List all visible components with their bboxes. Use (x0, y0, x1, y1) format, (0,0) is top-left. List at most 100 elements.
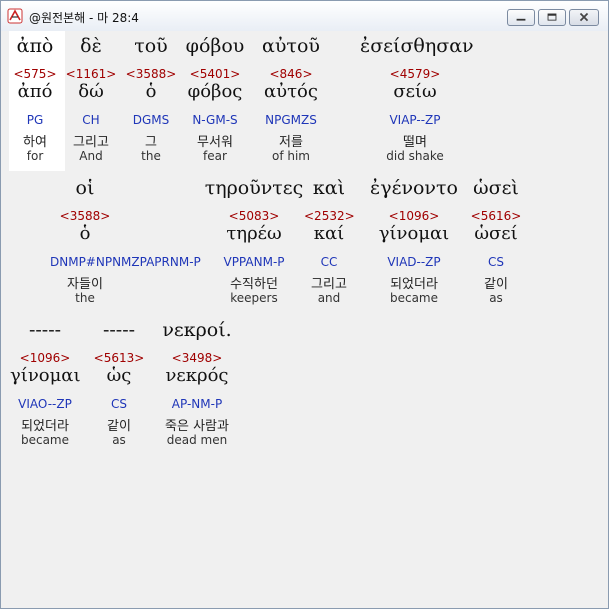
token-korean: 하여 (23, 135, 47, 150)
word-token[interactable]: ἐγένοντο <1096> γίνομαι VIAD--ZP 되었더라 became (369, 173, 459, 313)
token-parsing: AP-NM-P (171, 397, 223, 411)
token-parsing: PG (26, 113, 44, 127)
token-korean: 그리고 (73, 135, 109, 150)
word-token[interactable]: οἱ <3588> ὁ DNMP#NPNMZPAPRNM-P 자들이 the (50, 173, 201, 313)
token-parsing: CS (111, 397, 127, 411)
token-korean: 되었더라 (390, 277, 438, 292)
token-english: the (141, 149, 161, 163)
token-korean: 같이 (484, 277, 508, 292)
token-english: as (489, 291, 503, 305)
word-token[interactable]: τηροῦντες <5083> τηρέω VPPANM-P 수직하던 keepers (199, 173, 309, 313)
word-token[interactable]: νεκροί. <3498> νεκρός AP-NM-P 죽은 사람과 dead men (157, 315, 237, 455)
token-greek: ----- (102, 319, 136, 341)
word-token[interactable]: φόβου <5401> φόβος N-GM-S 무서워 fear (180, 31, 250, 171)
token-english: became (20, 433, 70, 447)
token-lemma: ὡς (106, 365, 132, 386)
interlinear-content: ἀπὸ <575> ἀπό PG 하여 for δὲ <1161> δώ CH 그리고 And τοῦ <… (9, 31, 599, 603)
token-strong: <1096> (388, 209, 440, 223)
word-token[interactable]: ὡσεὶ <5616> ὡσεί CS 같이 as (466, 173, 526, 313)
token-parsing: VIAP--ZP (389, 113, 441, 127)
token-english: of him (271, 149, 310, 163)
token-lemma: καί (313, 223, 345, 244)
token-lemma: τηρέω (226, 223, 282, 244)
close-icon (579, 12, 589, 22)
token-parsing: DNMP#NPNMZPAPRNM-P (50, 255, 201, 269)
token-greek: ----- (28, 319, 62, 341)
token-korean: 자들이 (67, 277, 103, 292)
token-english: dead men (166, 433, 228, 447)
token-korean: 그리고 (311, 277, 347, 292)
token-parsing: VIAD--ZP (387, 255, 441, 269)
title-bar[interactable]: @원전본해 - 마 28:4 (1, 1, 608, 31)
token-english: became (389, 291, 439, 305)
token-parsing: CH (82, 113, 100, 127)
token-english: the (75, 291, 95, 305)
token-korean: 죽은 사람과 (165, 419, 229, 434)
word-token[interactable]: ἀπὸ <575> ἀπό PG 하여 for (7, 31, 63, 171)
token-korean: 수직하던 (230, 277, 278, 292)
token-greek: καὶ (312, 177, 346, 199)
token-parsing: VIAO--ZP (18, 397, 72, 411)
token-greek: αὐτοῦ (262, 35, 320, 57)
token-english: and (317, 291, 341, 305)
token-strong: <5401> (189, 67, 241, 81)
minimize-icon (516, 18, 526, 21)
token-lemma: σείω (393, 81, 437, 102)
token-greek: οἱ (75, 177, 95, 199)
token-english: for (26, 149, 44, 163)
token-strong: <1161> (65, 67, 117, 81)
token-parsing: NPGMZS (265, 113, 317, 127)
token-lemma: γίνομαι (10, 365, 81, 386)
token-parsing: CC (320, 255, 338, 269)
token-strong: <2532> (304, 209, 355, 223)
token-strong: <1096> (19, 351, 71, 365)
token-korean: 무서워 (197, 135, 233, 150)
minimize-button[interactable] (507, 9, 535, 26)
maximize-button[interactable] (538, 9, 566, 26)
token-english: did shake (386, 149, 444, 163)
token-korean: 떨며 (403, 135, 427, 150)
token-english: fear (203, 149, 227, 163)
token-english: And (79, 149, 103, 163)
token-lemma: ἀπό (17, 81, 53, 102)
token-strong: <846> (269, 67, 313, 81)
maximize-icon (547, 13, 557, 21)
token-english: as (112, 433, 126, 447)
token-lemma: ὁ (79, 223, 91, 244)
token-greek: δὲ (80, 35, 102, 57)
token-lemma: ὁ (145, 81, 157, 102)
token-lemma: νεκρός (165, 365, 229, 386)
token-korean: 그 (145, 135, 157, 150)
token-strong: <3588> (59, 209, 111, 223)
token-lemma: ὡσεί (474, 223, 518, 244)
token-strong: <5616> (470, 209, 522, 223)
interlinear-window: @원전본해 - 마 28:4 ἀπὸ <575> ἀπό PG 하여 for δὲ <1161… (0, 0, 609, 609)
token-greek: ὡσεὶ (473, 177, 519, 199)
word-token[interactable]: καὶ <2532> καί CC 그리고 and (304, 173, 355, 313)
window-title: @원전본해 - 마 28:4 (29, 11, 139, 25)
token-lemma: αὐτός (264, 81, 318, 102)
token-greek: ἐσείσθησαν (360, 35, 474, 57)
token-strong: <3498> (171, 351, 223, 365)
token-strong: <3588> (125, 67, 177, 81)
token-korean: 같이 (107, 419, 131, 434)
word-token[interactable]: ----- <1096> γίνομαι VIAO--ZP 되었더라 became (10, 315, 81, 455)
app-logo-icon (7, 8, 23, 24)
word-token[interactable]: τοῦ <3588> ὁ DGMS 그 the (125, 31, 177, 171)
close-button[interactable] (569, 9, 599, 26)
token-greek: ἀπὸ (16, 35, 54, 57)
token-english: keepers (230, 291, 278, 305)
word-token[interactable]: ἐσείσθησαν <4579> σείω VIAP--ZP 떨며 did shake (360, 31, 474, 171)
word-token[interactable]: ----- <5613> ὡς CS 같이 as (91, 315, 147, 455)
token-lemma: δώ (78, 81, 104, 102)
word-token[interactable]: δὲ <1161> δώ CH 그리고 And (65, 31, 117, 171)
token-strong: <5613> (93, 351, 145, 365)
token-greek: τηροῦντες (204, 177, 304, 199)
word-token[interactable]: αὐτοῦ <846> αὐτός NPGMZS 저를 of him (258, 31, 324, 171)
token-strong: <4579> (389, 67, 441, 81)
token-strong: <5083> (228, 209, 280, 223)
token-korean: 저를 (279, 135, 303, 150)
token-greek: νεκροί. (162, 319, 232, 341)
token-parsing: CS (488, 255, 504, 269)
token-parsing: VPPANM-P (223, 255, 285, 269)
